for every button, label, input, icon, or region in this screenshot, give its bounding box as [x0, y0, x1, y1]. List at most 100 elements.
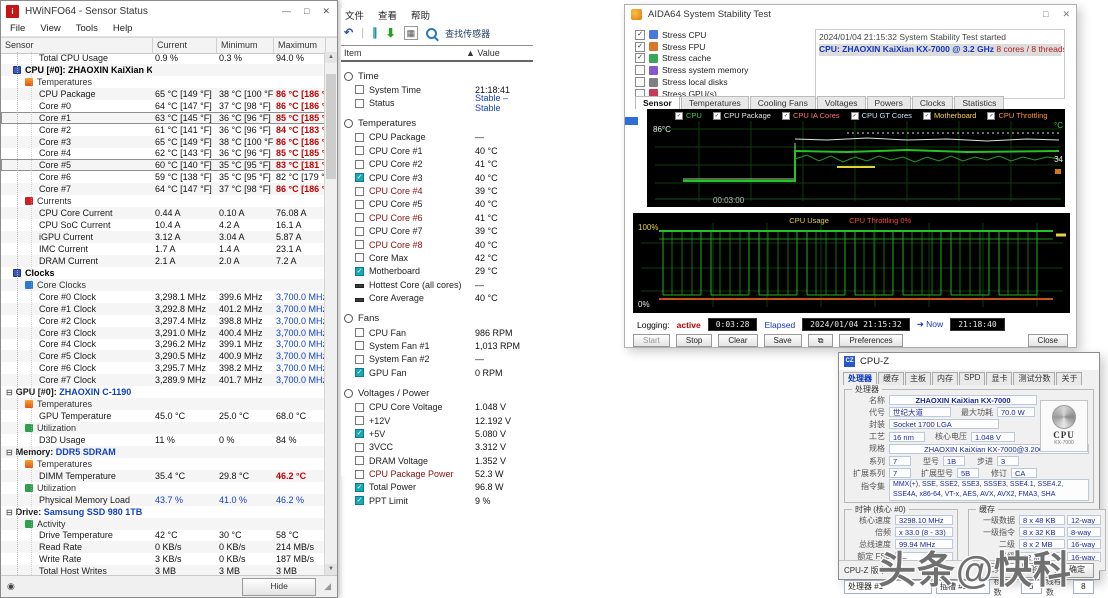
checkbox-icon[interactable]: [355, 328, 364, 337]
cpuz-tab-3[interactable]: 内存: [932, 372, 958, 385]
cpuz-tab-7[interactable]: 关于: [1056, 372, 1082, 385]
sensor-row[interactable]: CPU Core Current0.44 A0.10 A76.08 A: [1, 207, 325, 219]
stop-button[interactable]: Stop: [676, 334, 712, 347]
checkbox-icon[interactable]: ✓: [355, 267, 364, 276]
sensor-row[interactable]: Core #3 Clock3,291.0 MHz400.4 MHz3,700.0…: [1, 327, 325, 339]
sensor-row[interactable]: Write Rate3 KB/s0 KB/s187 MB/s: [1, 553, 325, 565]
sensor-group-row[interactable]: Utilization: [1, 482, 325, 494]
menu-item-file[interactable]: File: [10, 23, 25, 34]
legend-item[interactable]: ✓CPU: [675, 111, 702, 120]
sensor-group-row[interactable]: Temperatures: [1, 458, 325, 470]
column-header-2[interactable]: Minimum: [217, 38, 274, 53]
panel-sensor-row[interactable]: CPU Core #540 °C: [341, 198, 533, 211]
sensor-row[interactable]: iGPU Current3.12 A3.04 A5.87 A: [1, 231, 325, 243]
sensor-row[interactable]: CPU Package65 °C [149 °F]38 °C [100 °F]8…: [1, 88, 325, 100]
sensor-row[interactable]: Core #1 Clock3,292.8 MHz401.2 MHz3,700.0…: [1, 303, 325, 315]
legend-checkbox-icon[interactable]: ✓: [923, 112, 931, 120]
checkbox-icon[interactable]: [355, 456, 364, 465]
checkbox-icon[interactable]: [355, 403, 364, 412]
stress-option-stress-local-disks[interactable]: Stress local disks: [635, 76, 811, 88]
checkbox-icon[interactable]: [355, 85, 364, 94]
sensor-row[interactable]: Core #659 °C [138 °F]35 °C [95 °F]82 °C …: [1, 171, 325, 183]
panel-sensor-row[interactable]: StatusStable – Stable: [341, 96, 533, 109]
panel-sensor-row[interactable]: CPU Core #641 °C: [341, 211, 533, 224]
panel-sensor-row[interactable]: CPU Fan986 RPM: [341, 326, 533, 339]
sensor-row[interactable]: Core #261 °C [141 °F]36 °C [96 °F]84 °C …: [1, 124, 325, 136]
checkbox-icon[interactable]: [635, 77, 645, 87]
panel-sensor-row[interactable]: ✓CPU Core #340 °C: [341, 171, 533, 184]
panel-group-header[interactable]: Fans: [341, 312, 533, 326]
legend-item[interactable]: ✓Motherboard: [923, 111, 977, 120]
panel-sensor-row[interactable]: CPU Package—: [341, 131, 533, 144]
checkbox-icon[interactable]: [635, 65, 645, 75]
sensor-row[interactable]: Physical Memory Load43.7 %41.0 %46.2 %: [1, 494, 325, 506]
panel-sensor-row[interactable]: System Fan #2—: [341, 353, 533, 366]
panel-sensor-row[interactable]: CPU Core #241 °C: [341, 158, 533, 171]
sensor-group-row[interactable]: Temperatures: [1, 398, 325, 410]
sensor-row[interactable]: Core #163 °C [145 °F]36 °C [96 °F]85 °C …: [1, 112, 325, 124]
legend-item[interactable]: ✓CPU Throttling: [987, 111, 1047, 120]
sensor-section-row[interactable]: Clocks: [1, 267, 325, 279]
undo-icon[interactable]: ↶: [344, 27, 353, 39]
legend-checkbox-icon[interactable]: ✓: [675, 112, 683, 120]
sensor-row[interactable]: DRAM Current2.1 A2.0 A7.2 A: [1, 255, 325, 267]
close-icon[interactable]: ✕: [1062, 9, 1070, 20]
close-button[interactable]: Close: [1028, 334, 1068, 347]
resize-grip[interactable]: ◢: [324, 581, 331, 592]
checkbox-icon[interactable]: [355, 355, 364, 364]
menu-item-tools[interactable]: Tools: [76, 23, 98, 34]
sensor-row[interactable]: DIMM Temperature35.4 °C29.8 °C46.2 °C: [1, 470, 325, 482]
expand-icon[interactable]: ⊟: [6, 388, 13, 397]
legend-item[interactable]: ✓CPU Usage: [783, 216, 829, 225]
panel-sensor-row[interactable]: CPU Core #439 °C: [341, 184, 533, 197]
sensor-row[interactable]: Drive Temperature42 °C30 °C58 °C: [1, 530, 325, 542]
find-sensor-label[interactable]: 查找传感器: [445, 27, 490, 40]
legend-item[interactable]: ✓CPU IA Cores: [782, 111, 840, 120]
panel-sensor-row[interactable]: Hottest Core (all cores)—: [341, 278, 533, 291]
tab-cooling-fans[interactable]: Cooling Fans: [750, 96, 816, 109]
sensor-group-row[interactable]: Currents: [1, 195, 325, 207]
sensor-row[interactable]: Core #064 °C [147 °F]37 °C [98 °F]86 °C …: [1, 100, 325, 112]
cpuz-tab-6[interactable]: 测试分数: [1013, 372, 1055, 385]
-button[interactable]: ⧉: [808, 334, 834, 347]
legend-item[interactable]: ✓CPU GT Cores: [851, 111, 912, 120]
panel-sensor-row[interactable]: 3VCC3.312 V: [341, 441, 533, 454]
panel-sensor-row[interactable]: System Fan #11,013 RPM: [341, 339, 533, 352]
checkbox-icon[interactable]: [355, 240, 364, 249]
checkbox-icon[interactable]: [355, 443, 364, 452]
cpuz-tab-4[interactable]: SPD: [959, 372, 985, 385]
sensor-row[interactable]: Total Host Writes3 MB3 MB3 MB: [1, 565, 325, 575]
stress-option-stress-cache[interactable]: ✓Stress cache: [635, 53, 811, 65]
panel-group-header[interactable]: Voltages / Power: [341, 386, 533, 400]
tab-sensor[interactable]: Sensor: [635, 96, 680, 109]
checkbox-icon[interactable]: [355, 416, 364, 425]
checkbox-icon[interactable]: [355, 341, 364, 350]
checkbox-icon[interactable]: [355, 146, 364, 155]
panel-sensor-row[interactable]: CPU Package Power52.3 W: [341, 467, 533, 480]
legend-checkbox-icon[interactable]: ✓: [851, 112, 859, 120]
checkbox-icon[interactable]: ✓: [635, 30, 645, 40]
minimize-icon[interactable]: —: [282, 6, 291, 17]
tab-statistics[interactable]: Statistics: [954, 96, 1004, 109]
checkbox-icon[interactable]: [355, 133, 364, 142]
sensor-row[interactable]: CPU SoC Current10.4 A4.2 A16.1 A: [1, 219, 325, 231]
panel-sensor-row[interactable]: CPU Core #840 °C: [341, 238, 533, 251]
panel-sensor-row[interactable]: Core Average40 °C: [341, 291, 533, 304]
sensor-section-row[interactable]: CPU [#0]: ZHAOXIN KaiXian KX-7000: [1, 64, 325, 76]
scroll-down-icon[interactable]: ▼: [325, 564, 337, 575]
sensor-row[interactable]: IMC Current1.7 A1.4 A23.1 A: [1, 243, 325, 255]
sensor-group-row[interactable]: Core Clocks: [1, 279, 325, 291]
checkbox-icon[interactable]: ✓: [355, 173, 364, 182]
sensor-section-row[interactable]: ⊟Drive: Samsung SSD 980 1TB: [1, 506, 325, 518]
scroll-up-icon[interactable]: ▲: [325, 52, 337, 63]
sensor-row[interactable]: Total CPU Usage0.9 %0.3 %94.0 %: [1, 52, 325, 64]
download-icon[interactable]: ⬇: [386, 27, 396, 39]
maximize-icon[interactable]: □: [304, 6, 309, 17]
menu-item-help[interactable]: Help: [113, 23, 133, 34]
checkbox-icon[interactable]: [355, 99, 364, 108]
item-column-header[interactable]: Item: [344, 48, 362, 58]
tab-powers[interactable]: Powers: [867, 96, 911, 109]
hide-button[interactable]: Hide: [242, 578, 316, 596]
clear-button[interactable]: Clear: [718, 334, 757, 347]
sensor-group-row[interactable]: Activity: [1, 518, 325, 530]
